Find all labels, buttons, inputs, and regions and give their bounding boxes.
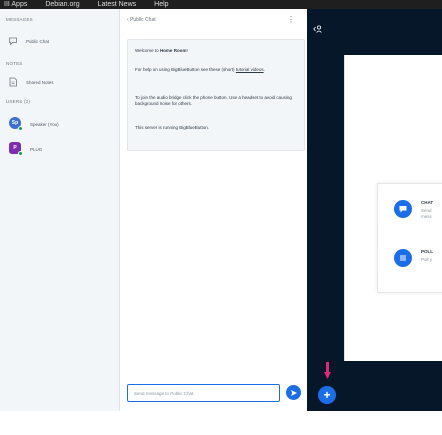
- user-name[interactable]: PLUG: [30, 147, 42, 152]
- add-actions-button[interactable]: +: [318, 386, 336, 404]
- online-status-dot: [18, 126, 23, 131]
- bookmark-debian[interactable]: Debian.org: [45, 0, 79, 9]
- chat-action-subtitle: Send: [421, 208, 432, 213]
- poll-list-icon: [394, 249, 412, 267]
- avatar[interactable]: P: [9, 142, 23, 156]
- sidebar-item-label: Public Chat: [26, 38, 50, 44]
- bookmark-latest-news[interactable]: Latest News: [98, 0, 137, 9]
- avatar[interactable]: Sp: [9, 117, 23, 131]
- user-name[interactable]: Speaker (You): [30, 122, 59, 127]
- welcome-actions-card: CHAT Send mess POLL Poll y: [377, 183, 442, 293]
- welcome-message: Welcome to Home Room! For help on using …: [127, 39, 305, 151]
- audio-line: To join the audio bridge click the phone…: [135, 95, 292, 107]
- notes-section-title: NOTES: [6, 61, 23, 66]
- room-name: Home Room: [159, 48, 187, 53]
- chat-action-title: CHAT: [421, 200, 434, 205]
- chat-bubble-icon: [394, 200, 412, 218]
- hide-chat-button[interactable]: ‹ Public Chat: [127, 17, 156, 23]
- toggle-user-list-button[interactable]: [313, 21, 323, 33]
- page-footer-space: [0, 411, 442, 435]
- server-line: This server is running BigBlueButton.: [135, 125, 210, 130]
- arrow-down-indicator-icon: [324, 362, 331, 385]
- online-status-dot: [18, 151, 23, 156]
- chat-action-subtitle-2: mess: [421, 214, 432, 219]
- send-icon: [290, 389, 297, 396]
- user-list-sidebar: MESSAGES Public Chat NOTES Shared Notes …: [0, 9, 120, 411]
- sidebar-item-public-chat[interactable]: Public Chat: [8, 34, 49, 48]
- user-list-icon: [313, 25, 322, 33]
- avatar-initials: P: [13, 145, 17, 151]
- chat-icon: [8, 36, 18, 46]
- public-chat-panel: ‹ Public Chat ⋮ Welcome to Home Room! Fo…: [121, 9, 307, 411]
- welcome-line: Welcome to Home Room!: [135, 48, 188, 53]
- notes-icon: [8, 77, 18, 87]
- bookmark-help[interactable]: Help: [154, 0, 168, 9]
- sidebar-item-label: Shared Notes: [26, 79, 54, 85]
- chat-options-button[interactable]: ⋮: [287, 15, 295, 24]
- help-line: For help on using BigBlueButton see thes…: [135, 67, 265, 72]
- poll-action-title: POLL: [421, 249, 433, 254]
- bookmark-apps[interactable]: III Apps: [4, 0, 27, 9]
- browser-bookmarks-bar: III Apps Debian.org Latest News Help: [0, 0, 442, 9]
- chat-message-input[interactable]: Send message to Public Chat: [127, 384, 280, 402]
- chat-title: Public Chat: [130, 17, 156, 23]
- send-message-button[interactable]: [286, 385, 301, 400]
- chat-header: ‹ Public Chat ⋮: [121, 9, 307, 33]
- chevron-left-icon: ‹: [127, 17, 129, 23]
- presentation-area: CHAT Send mess POLL Poll y +: [307, 9, 442, 411]
- avatar-initials: Sp: [11, 120, 19, 126]
- users-section-title: USERS (2): [6, 99, 31, 104]
- tutorial-videos-link[interactable]: tutorial videos: [236, 67, 264, 72]
- messages-section-title: MESSAGES: [6, 17, 33, 22]
- sidebar-item-shared-notes[interactable]: Shared Notes: [8, 75, 54, 89]
- poll-action-subtitle: Poll y: [421, 257, 433, 262]
